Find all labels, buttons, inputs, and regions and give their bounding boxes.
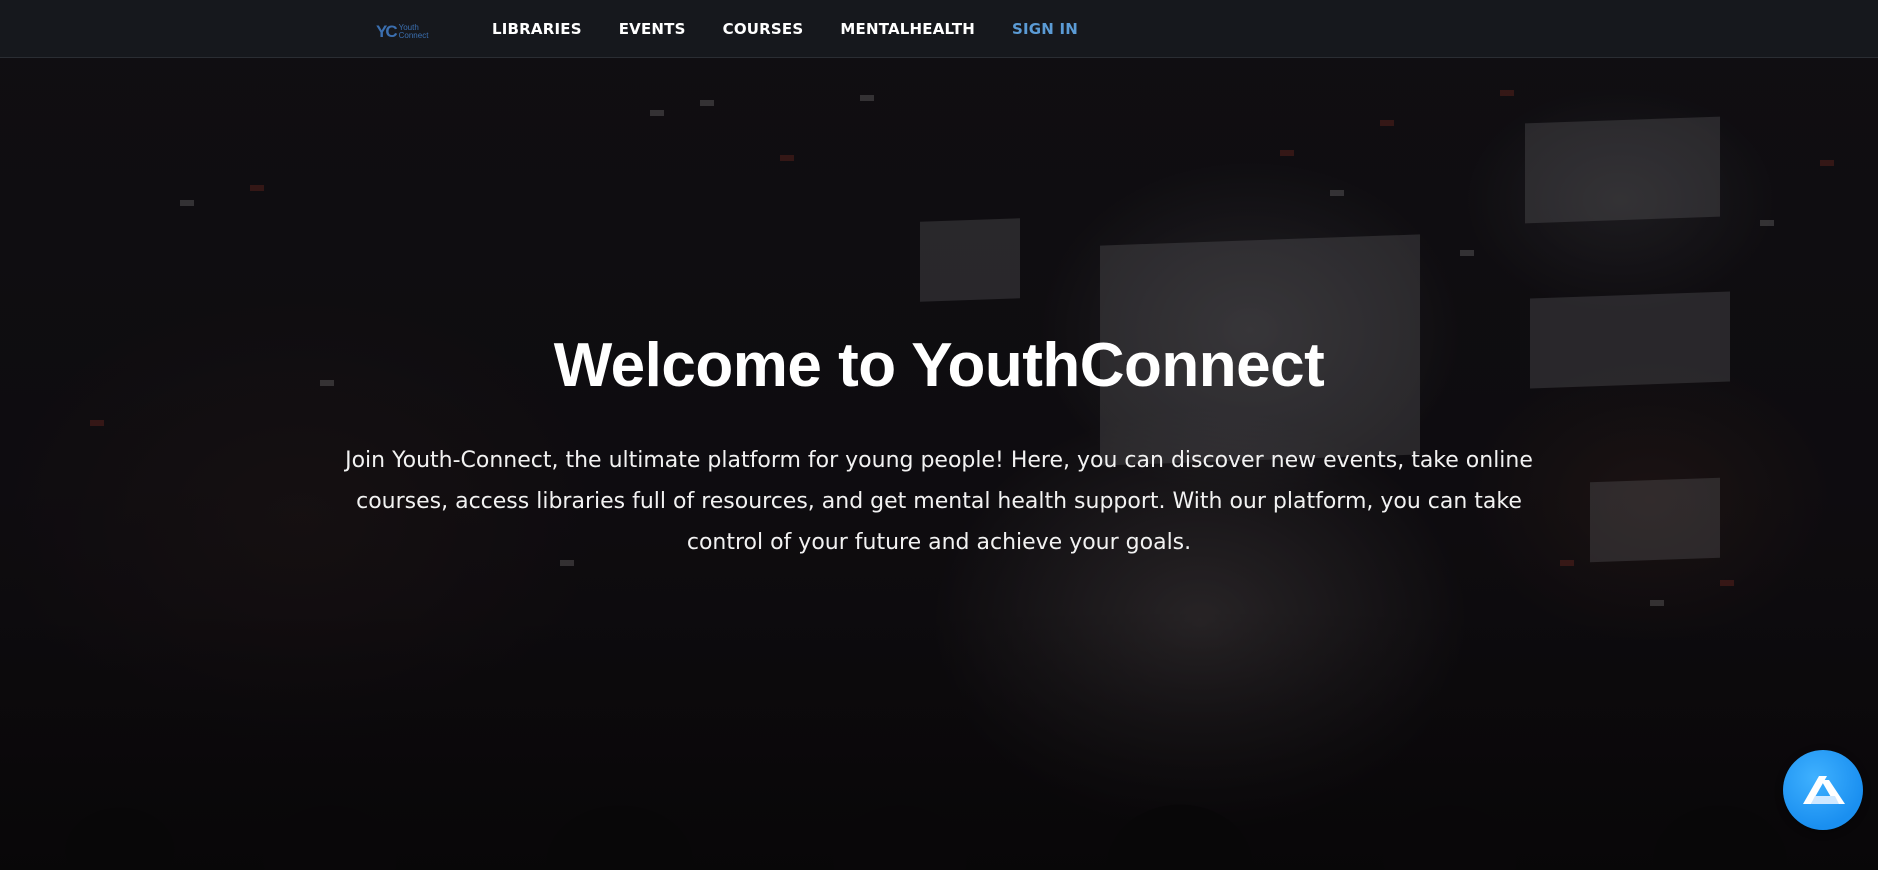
brand-logo[interactable]: YC Youth Connect — [376, 22, 428, 42]
nav-link-sign-in[interactable]: SIGN IN — [1012, 20, 1078, 38]
nav-link-events[interactable]: EVENTS — [619, 20, 686, 38]
assistant-button[interactable] — [1783, 750, 1863, 830]
main-nav: LIBRARIES EVENTS COURSES MENTALHEALTH SI… — [492, 0, 1078, 58]
nav-link-courses[interactable]: COURSES — [723, 20, 804, 38]
logo-line-2: Connect — [398, 31, 429, 40]
logo-text: Youth Connect — [399, 24, 429, 40]
nav-link-mentalhealth[interactable]: MENTALHEALTH — [840, 20, 975, 38]
top-navbar: YC Youth Connect LIBRARIES EVENTS COURSE… — [0, 0, 1878, 58]
page: YC Youth Connect LIBRARIES EVENTS COURSE… — [0, 0, 1878, 870]
hero-title: Welcome to YouthConnect — [553, 331, 1325, 400]
assistant-logo-icon — [1803, 776, 1845, 804]
hero-description: Join Youth-Connect, the ultimate platfor… — [345, 448, 1533, 555]
hero-dark-overlay — [0, 0, 1878, 870]
nav-link-libraries[interactable]: LIBRARIES — [492, 20, 582, 38]
logo-mark: YC — [376, 22, 398, 41]
